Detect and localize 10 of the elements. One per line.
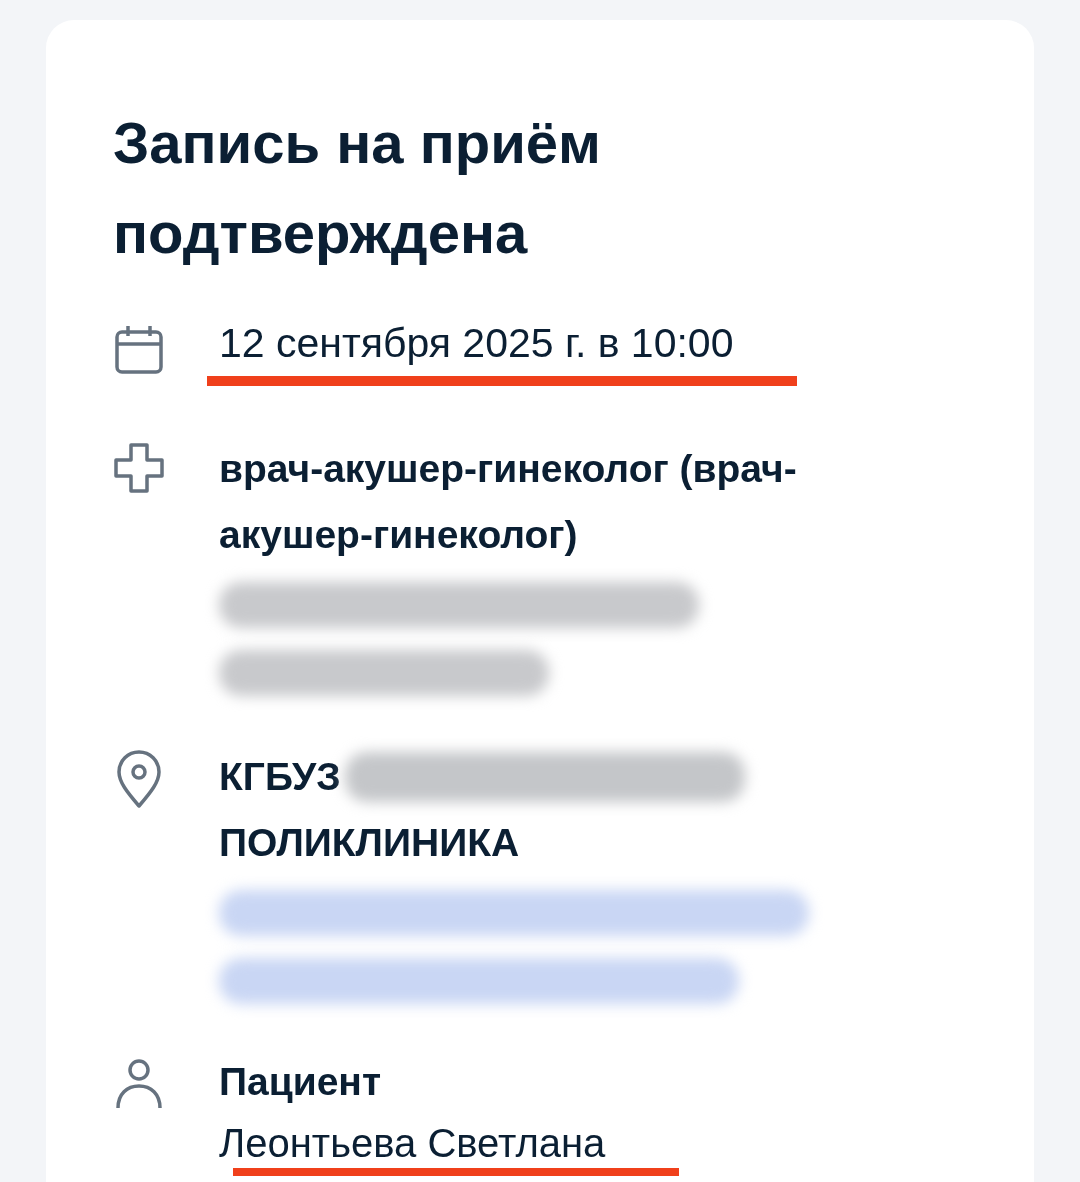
location-text: КГБУЗ bbox=[219, 754, 341, 800]
calendar-icon bbox=[113, 324, 165, 376]
date-text: 12 сентября 2025 г. в 10:00 bbox=[219, 319, 734, 368]
medical-cross-icon bbox=[113, 442, 165, 494]
location-text: ПОЛИКЛИНИКА bbox=[219, 820, 520, 866]
patient-text: Леонтьева Светлана bbox=[219, 1120, 606, 1167]
specialty-text: врач-акушер-гинеколог (врач-акушер-гинеколог) bbox=[219, 446, 798, 558]
field-label: Пациент bbox=[219, 1059, 383, 1105]
page-title: Запись на приём подтверждена bbox=[113, 109, 602, 267]
person-icon bbox=[113, 1058, 165, 1110]
